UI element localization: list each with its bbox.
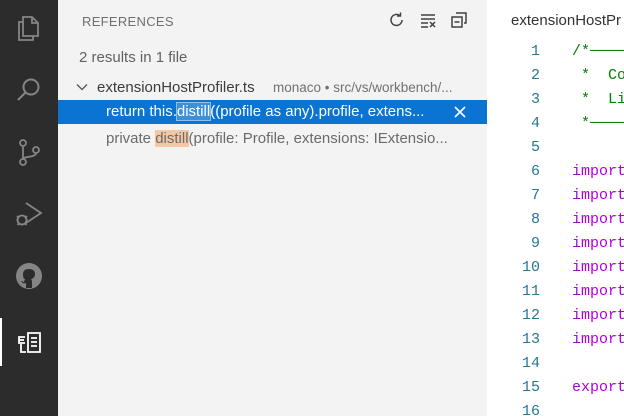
references-icon[interactable] [0,318,58,366]
results-summary: 2 results in 1 file [79,49,188,66]
line-number: 10 [521,259,540,276]
result-prefix: private [106,130,156,147]
line-number: 12 [521,307,540,324]
code-line[interactable]: import [572,163,624,180]
clear-icon[interactable] [419,11,437,29]
panel-title: REFERENCES [82,14,174,29]
line-number: 9 [530,235,540,252]
search-icon[interactable] [0,66,58,114]
line-number: 14 [521,355,540,372]
source-control-icon[interactable] [0,128,58,176]
code-line[interactable]: import [572,331,624,348]
code-line[interactable]: import [572,259,624,276]
code-line[interactable]: export [572,379,624,396]
result-suffix: (profile: Profile, extensions: IExtensio… [188,130,448,147]
line-number: 7 [530,187,540,204]
explorer-icon[interactable] [0,4,58,52]
result-text: return this.distill((profile as any).pro… [106,102,425,121]
code-line[interactable]: * Co [572,67,624,84]
run-debug-icon[interactable] [0,190,58,238]
chevron-down-icon[interactable] [74,79,90,95]
activity-bar [0,0,58,416]
file-path: monaco • src/vs/workbench/... [273,80,453,95]
code-line[interactable]: *────── [572,115,624,132]
line-number: 15 [521,379,540,396]
references-panel: REFERENCES 2 results in 1 file extension… [58,0,487,416]
collapse-all-icon[interactable] [450,11,468,29]
line-number: 8 [530,211,540,228]
code-line[interactable]: import [572,307,624,324]
line-number: 3 [530,91,540,108]
result-match: distill [155,130,189,147]
code-line[interactable]: import [572,235,624,252]
result-prefix: return this. [106,103,177,120]
refresh-icon[interactable] [388,11,406,29]
editor-tab[interactable]: extensionHostPr [511,12,621,29]
result-match: distill [175,102,212,121]
line-number: 6 [530,163,540,180]
code-line[interactable]: import [572,211,624,228]
line-number: 13 [521,331,540,348]
github-icon[interactable] [0,252,58,300]
editor: extensionHostPr 1 /*────── 2 * Co 3 * Li 4 *… [487,0,624,416]
result-suffix: ((profile as any).profile, extens... [210,103,425,120]
reference-result-2[interactable]: private distill(profile: Profile, extens… [58,127,487,151]
code-line[interactable]: import [572,283,624,300]
line-number: 4 [530,115,540,132]
reference-result-1[interactable]: return this.distill((profile as any).pro… [58,100,487,124]
code-line[interactable]: * Li [572,91,624,108]
close-icon[interactable] [453,105,467,119]
line-number: 11 [521,283,540,300]
code-line[interactable]: /*────── [572,43,624,60]
panel-header: REFERENCES [58,0,487,40]
file-row[interactable]: extensionHostProfiler.ts monaco • src/vs… [58,76,487,100]
code-line[interactable]: import [572,187,624,204]
line-number: 1 [530,43,540,60]
file-name: extensionHostProfiler.ts [97,79,255,96]
line-number: 2 [530,67,540,84]
result-text: private distill(profile: Profile, extens… [106,130,448,147]
line-number: 5 [530,139,540,156]
line-number: 16 [521,403,540,416]
